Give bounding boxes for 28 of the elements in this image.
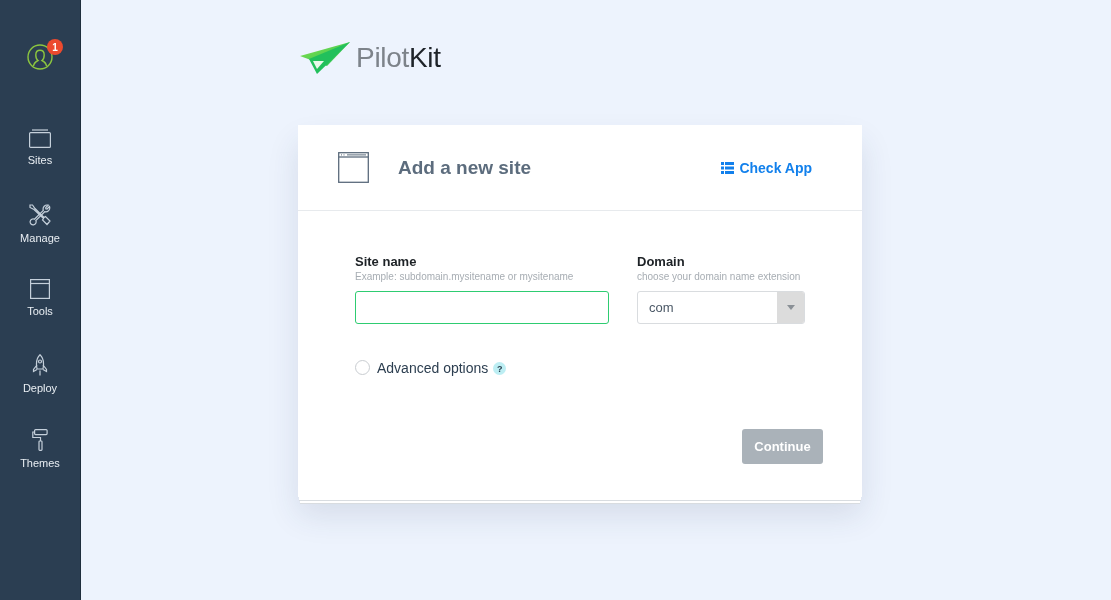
window-stack-icon xyxy=(29,129,51,148)
text-input[interactable] xyxy=(355,291,609,324)
logo-text: PilotKit xyxy=(356,42,441,74)
list-icon xyxy=(721,161,735,174)
window-icon xyxy=(30,279,50,299)
sidebar-item[interactable]: Tools xyxy=(0,275,81,350)
card-title: Add a new site xyxy=(398,156,532,179)
avatar-icon[interactable] xyxy=(27,44,53,70)
field-label: Domain xyxy=(637,254,686,269)
paper-plane-logo-icon xyxy=(300,42,350,74)
rocket-icon xyxy=(32,354,48,376)
sidebar-item[interactable]: Manage xyxy=(0,200,81,275)
radio-button[interactable] xyxy=(355,360,370,375)
field-label: Site name xyxy=(355,254,418,269)
sidebar-item[interactable]: Themes xyxy=(0,425,81,500)
notification-badge: 1 xyxy=(47,39,63,55)
field-hint: Example: subdomain.mysitename or mysitename xyxy=(355,271,575,283)
option-label: Advanced options xyxy=(377,359,489,376)
caret-icon xyxy=(786,305,795,310)
check-app-link[interactable]: Check App xyxy=(721,159,812,176)
paint-roller-icon xyxy=(32,429,48,451)
field-hint: choose your domain name extension xyxy=(637,271,802,283)
browser-window-icon xyxy=(338,152,369,183)
wrench-screwdriver-icon xyxy=(29,204,51,226)
dropdown-select[interactable]: com xyxy=(637,291,805,324)
sidebar-item[interactable]: Deploy xyxy=(0,350,81,425)
help-badge[interactable]: ? xyxy=(493,362,507,375)
sidebar-item[interactable]: Sites xyxy=(0,125,81,200)
